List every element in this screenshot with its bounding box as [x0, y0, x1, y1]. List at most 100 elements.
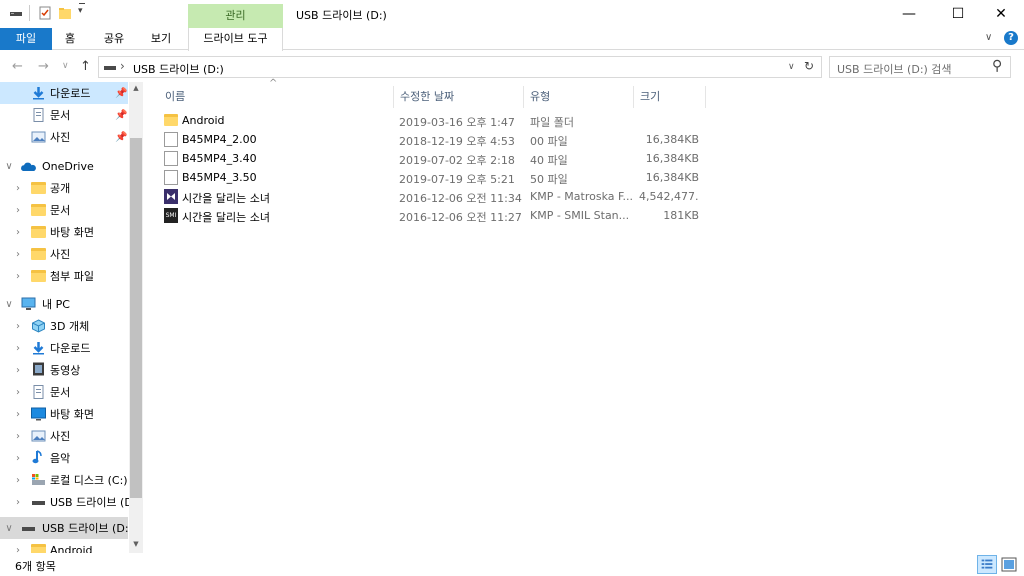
chevron-down-icon[interactable]: ∨	[4, 299, 14, 310]
address-dropdown-icon[interactable]: ∨	[788, 62, 795, 72]
nav-item-downloads[interactable]: › 다운로드	[0, 337, 128, 359]
collapse-ribbon-icon[interactable]: ∨	[985, 32, 992, 43]
chevron-right-icon[interactable]: ›	[13, 409, 23, 420]
onedrive-cloud-icon	[21, 162, 36, 171]
help-icon[interactable]: ?	[1004, 31, 1018, 45]
pin-icon[interactable]: 📌	[115, 110, 127, 121]
new-folder-icon[interactable]	[58, 6, 72, 20]
navigation-pane: 다운로드 📌 문서 📌 사진 📌 ∨ OneDrive › 공개 › 문서 › …	[0, 82, 143, 553]
file-date: 2018-12-19 오후 4:53	[399, 135, 515, 148]
nav-item-documents[interactable]: › 문서	[0, 381, 128, 403]
chevron-right-icon[interactable]: ›	[13, 475, 23, 486]
column-header-type[interactable]: 유형	[524, 86, 634, 108]
nav-item-usb-root[interactable]: ∨ USB 드라이브 (D:)	[0, 517, 133, 539]
nav-item-this-pc[interactable]: ∨ 내 PC	[0, 293, 128, 315]
tab-drive-tools[interactable]: 드라이브 도구	[188, 28, 283, 51]
large-icons-view-icon[interactable]	[999, 555, 1019, 574]
recent-locations-button[interactable]: ∨	[62, 61, 69, 71]
details-view-icon[interactable]	[977, 555, 997, 574]
file-row[interactable]: SMI 시간을 달리는 소녀 2016-12-06 오전 11:27 KMP -…	[159, 206, 719, 225]
pin-icon[interactable]: 📌	[115, 88, 127, 99]
nav-item-pictures[interactable]: › 사진	[0, 425, 128, 447]
minimize-button[interactable]: —	[886, 0, 932, 28]
properties-icon[interactable]	[38, 6, 52, 20]
nav-item-videos[interactable]: › 동영상	[0, 359, 128, 381]
close-button[interactable]: ✕	[978, 0, 1024, 28]
scroll-down-arrow-icon[interactable]: ▼	[129, 540, 143, 548]
chevron-down-icon[interactable]: ∨	[4, 161, 14, 172]
file-type: 00 파일	[530, 135, 568, 148]
search-icon[interactable]: ⚲	[992, 58, 1002, 74]
chevron-right-icon[interactable]: ›	[13, 365, 23, 376]
chevron-right-icon[interactable]: ›	[13, 387, 23, 398]
chevron-right-icon[interactable]: ›	[13, 545, 23, 554]
tab-home[interactable]: 홈	[55, 28, 85, 50]
nav-item-usb-android[interactable]: › Android	[0, 539, 128, 553]
chevron-right-icon[interactable]: ›	[13, 205, 23, 216]
column-header-date[interactable]: 수정한 날짜	[394, 86, 524, 108]
nav-item-desktop[interactable]: › 바탕 화면	[0, 403, 128, 425]
nav-item-music[interactable]: › 음악	[0, 447, 128, 469]
3d-objects-icon	[32, 319, 45, 333]
file-type: 파일 폴더	[530, 116, 574, 129]
tab-view[interactable]: 보기	[144, 28, 178, 50]
nav-item-local-disk-c[interactable]: › 로컬 디스크 (C:)	[0, 469, 128, 491]
file-row[interactable]: B45MP4_3.50 2019-07-19 오후 5:21 50 파일 16,…	[159, 168, 719, 187]
breadcrumb-path[interactable]: USB 드라이브 (D:)	[133, 61, 224, 77]
nav-item-onedrive-desktop[interactable]: › 바탕 화면	[0, 221, 128, 243]
nav-scrollbar-thumb[interactable]	[130, 138, 142, 498]
nav-item-onedrive-public[interactable]: › 공개	[0, 177, 128, 199]
nav-item-onedrive[interactable]: ∨ OneDrive	[0, 155, 128, 177]
chevron-right-icon[interactable]: ›	[13, 497, 23, 508]
context-tab-manage[interactable]: 관리	[188, 4, 283, 28]
drive-icon[interactable]	[9, 6, 23, 20]
usb-drive-icon	[104, 66, 116, 70]
chevron-down-icon[interactable]: ∨	[4, 523, 14, 534]
chevron-right-icon[interactable]: ›	[13, 183, 23, 194]
back-button[interactable]: ←	[12, 59, 23, 74]
nav-item-documents-pinned[interactable]: 문서 📌	[0, 104, 128, 126]
file-row[interactable]: B45MP4_2.00 2018-12-19 오후 4:53 00 파일 16,…	[159, 130, 719, 149]
status-bar: 6개 항목	[0, 554, 1024, 576]
nav-item-3d-objects[interactable]: › 3D 개체	[0, 315, 128, 337]
maximize-button[interactable]: ☐	[935, 0, 981, 28]
refresh-icon[interactable]: ↻	[804, 59, 814, 73]
file-row[interactable]: 시간을 달리는 소녀 2016-12-06 오전 11:34 KMP - Mat…	[159, 187, 719, 206]
file-row[interactable]: B45MP4_3.40 2019-07-02 오후 2:18 40 파일 16,…	[159, 149, 719, 168]
file-icon	[164, 151, 178, 166]
column-header-size[interactable]: 크기	[634, 86, 706, 108]
chevron-right-icon[interactable]: ›	[13, 271, 23, 282]
search-box[interactable]: USB 드라이브 (D:) 검색 ⚲	[829, 56, 1011, 78]
nav-item-pictures-pinned[interactable]: 사진 📌	[0, 126, 128, 148]
computer-icon	[21, 297, 36, 310]
nav-item-onedrive-attachments[interactable]: › 첨부 파일	[0, 265, 128, 287]
nav-item-usb-drive[interactable]: › USB 드라이브 (D:)	[0, 491, 141, 513]
file-size: 16,384KB	[645, 171, 699, 184]
file-row[interactable]: Android 2019-03-16 오후 1:47 파일 폴더	[159, 111, 719, 130]
search-input[interactable]: USB 드라이브 (D:) 검색	[837, 61, 952, 77]
tab-file[interactable]: 파일	[0, 28, 52, 50]
scroll-up-arrow-icon[interactable]: ▲	[129, 84, 143, 92]
quick-access-dropdown[interactable]: ▾	[78, 6, 83, 16]
chevron-right-icon[interactable]: ›	[13, 321, 23, 332]
breadcrumb-chevron[interactable]: ›	[120, 59, 125, 73]
up-button[interactable]: ↑	[80, 59, 91, 74]
forward-button[interactable]: →	[38, 59, 49, 74]
tab-share[interactable]: 공유	[94, 28, 134, 50]
column-header-name[interactable]: 이름	[159, 86, 394, 108]
nav-item-onedrive-documents[interactable]: › 문서	[0, 199, 128, 221]
pictures-icon	[31, 430, 46, 442]
file-type: 40 파일	[530, 154, 568, 167]
chevron-right-icon[interactable]: ›	[13, 249, 23, 260]
nav-label: 사진	[50, 248, 71, 261]
mkv-video-icon	[164, 189, 178, 204]
nav-item-onedrive-pictures[interactable]: › 사진	[0, 243, 128, 265]
chevron-right-icon[interactable]: ›	[13, 227, 23, 238]
address-bar[interactable]: › USB 드라이브 (D:) ∨ ↻	[98, 56, 822, 78]
nav-item-downloads-pinned[interactable]: 다운로드 📌	[0, 82, 128, 104]
chevron-right-icon[interactable]: ›	[13, 431, 23, 442]
chevron-right-icon[interactable]: ›	[13, 343, 23, 354]
pin-icon[interactable]: 📌	[115, 132, 127, 143]
chevron-right-icon[interactable]: ›	[13, 453, 23, 464]
download-icon	[33, 87, 44, 100]
